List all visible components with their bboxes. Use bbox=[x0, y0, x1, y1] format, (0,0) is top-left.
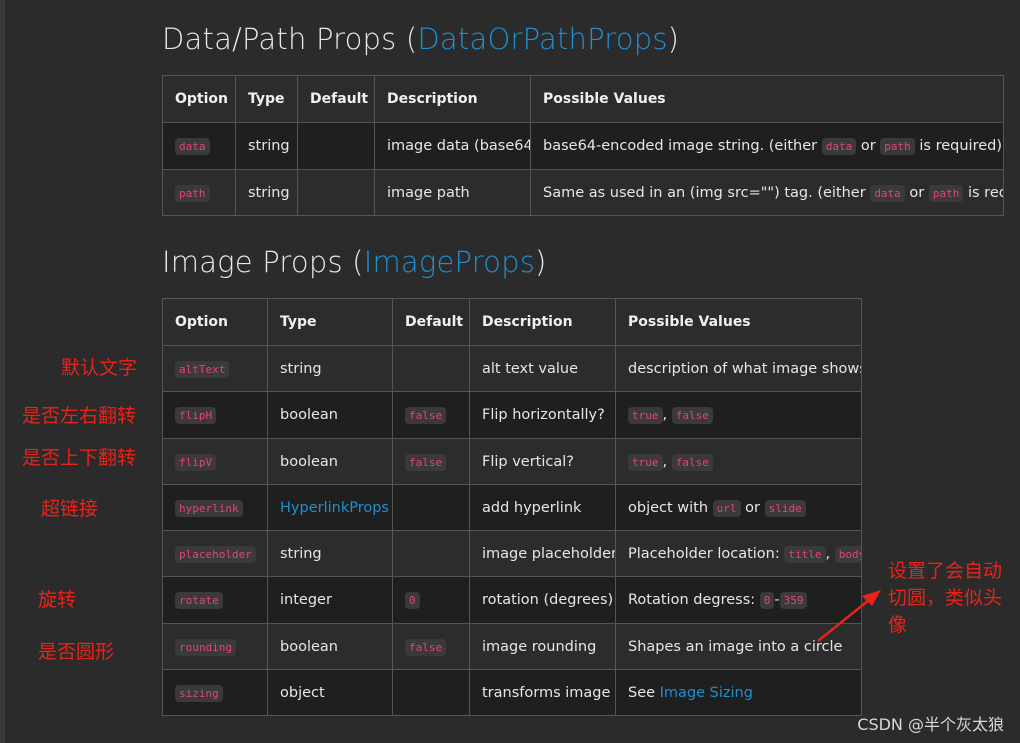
annotation-arrow bbox=[817, 590, 881, 642]
watermark: CSDN @半个灰太狼 bbox=[857, 715, 1004, 734]
